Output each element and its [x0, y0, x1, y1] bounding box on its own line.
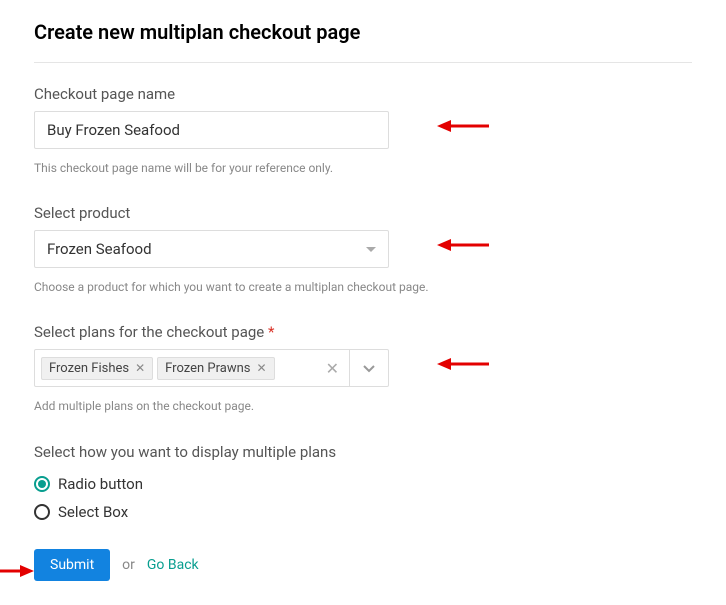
- caret-down-icon: [366, 247, 376, 252]
- radio-option-radio-button[interactable]: Radio button: [34, 475, 692, 493]
- plans-multiselect[interactable]: Frozen Fishes ✕ Frozen Prawns ✕ ✕: [34, 349, 389, 387]
- radio-label: Radio button: [58, 475, 143, 493]
- plan-tag[interactable]: Frozen Fishes ✕: [41, 357, 153, 380]
- page-title: Create new multiplan checkout page: [34, 20, 692, 44]
- plans-dropdown-toggle[interactable]: [349, 350, 388, 386]
- plan-tag-label: Frozen Prawns: [165, 361, 250, 376]
- plan-tag-label: Frozen Fishes: [49, 361, 129, 376]
- submit-button[interactable]: Submit: [34, 549, 110, 581]
- required-mark: *: [268, 323, 274, 341]
- arrow-annotation-icon: [437, 119, 489, 133]
- radio-indicator: [34, 476, 50, 492]
- product-label: Select product: [34, 204, 692, 222]
- arrow-annotation-icon: [437, 238, 489, 252]
- or-text: or: [122, 557, 135, 573]
- radio-option-select-box[interactable]: Select Box: [34, 503, 692, 521]
- checkout-name-help: This checkout page name will be for your…: [34, 159, 434, 178]
- go-back-link[interactable]: Go Back: [147, 557, 199, 573]
- checkout-name-label: Checkout page name: [34, 85, 692, 103]
- display-heading: Select how you want to display multiple …: [34, 443, 692, 461]
- radio-label: Select Box: [58, 503, 128, 521]
- divider: [34, 62, 692, 63]
- product-help: Choose a product for which you want to c…: [34, 278, 434, 297]
- tag-remove-icon[interactable]: ✕: [256, 362, 266, 374]
- product-select[interactable]: Frozen Seafood: [34, 230, 389, 268]
- plans-help: Add multiple plans on the checkout page.: [34, 397, 434, 416]
- chevron-down-icon: [362, 361, 376, 375]
- plan-tag[interactable]: Frozen Prawns ✕: [157, 357, 274, 380]
- radio-dot-icon: [38, 480, 46, 488]
- radio-indicator: [34, 504, 50, 520]
- plans-label: Select plans for the checkout page *: [34, 323, 692, 341]
- product-selected-value: Frozen Seafood: [47, 240, 152, 258]
- arrow-annotation-icon: [0, 563, 34, 577]
- plans-tags-area: Frozen Fishes ✕ Frozen Prawns ✕: [35, 350, 316, 386]
- checkout-name-input[interactable]: [34, 111, 389, 149]
- arrow-annotation-icon: [437, 357, 489, 371]
- tag-remove-icon[interactable]: ✕: [135, 362, 145, 374]
- clear-all-icon[interactable]: ✕: [316, 350, 349, 386]
